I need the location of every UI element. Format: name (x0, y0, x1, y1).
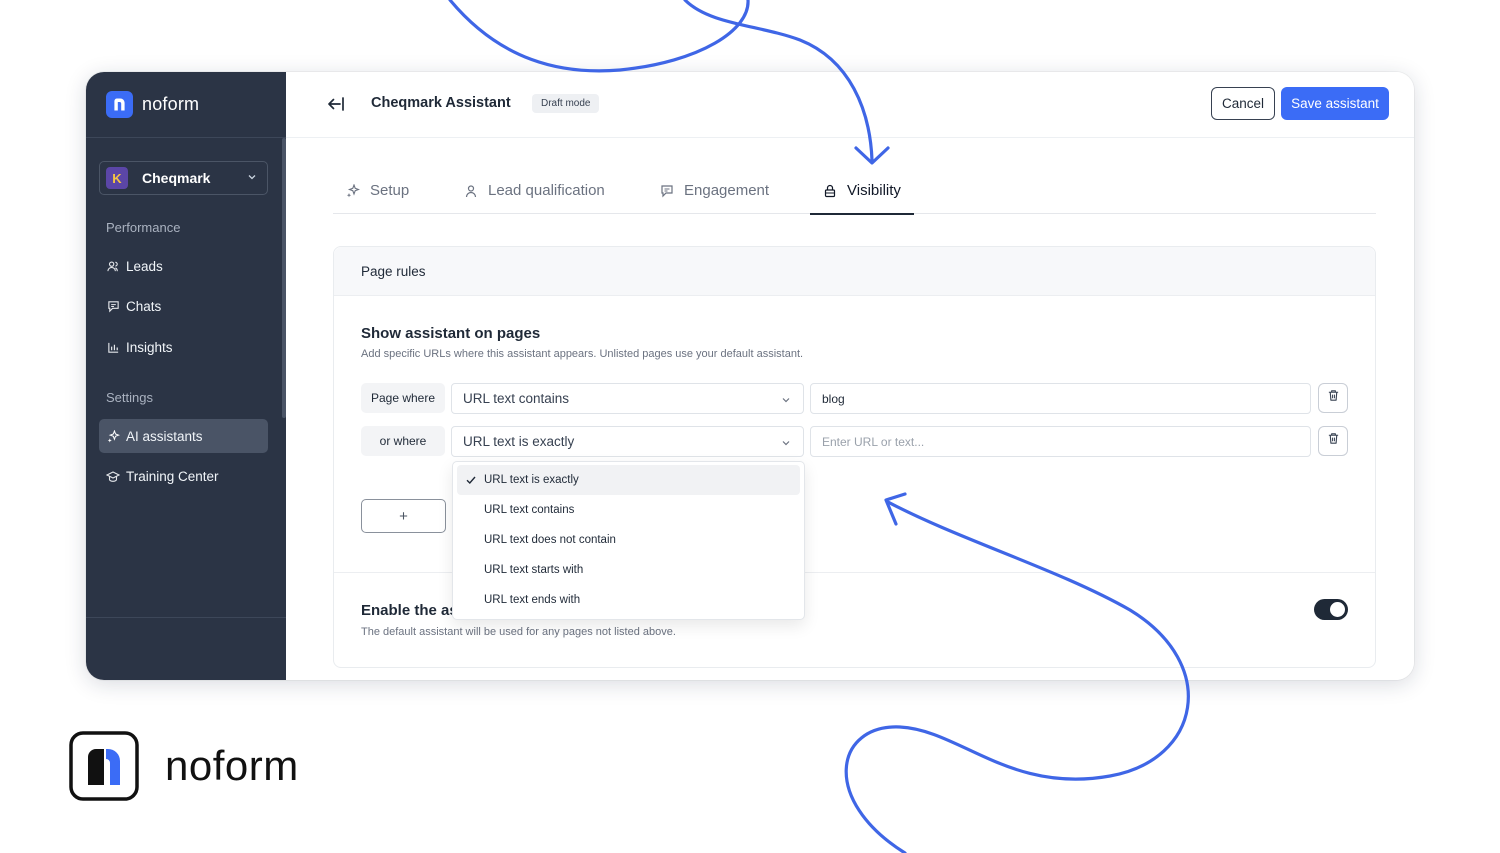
tab-engagement[interactable]: Engagement (660, 179, 769, 214)
chevron-down-icon (781, 393, 791, 403)
trash-icon (1327, 432, 1340, 450)
collapse-back-icon[interactable] (326, 94, 346, 114)
toggle-knob (1330, 602, 1345, 617)
sidebar-item-label: Leads (126, 258, 163, 274)
default-assistant-toggle[interactable] (1314, 599, 1348, 620)
logo-text: noform (142, 94, 200, 114)
workspace-switcher[interactable]: K Cheqmark (99, 161, 268, 195)
option-label: URL text contains (484, 504, 575, 516)
sidebar-item-label: Insights (126, 339, 173, 355)
option-label: URL text is exactly (484, 474, 579, 486)
trash-icon (1327, 389, 1340, 407)
sparkle-icon (106, 429, 120, 443)
message-icon (660, 184, 674, 198)
condition-select[interactable]: URL text is exactly (451, 426, 804, 457)
condition-select[interactable]: URL text contains (451, 383, 804, 414)
chevron-down-icon (247, 172, 257, 185)
sidebar-item-label: Training Center (126, 468, 219, 484)
graduation-cap-icon (106, 469, 120, 483)
url-value-input[interactable]: Enter URL or text... (810, 426, 1311, 457)
sidebar-footer-divider (86, 617, 286, 618)
url-value-input[interactable]: blog (810, 383, 1311, 414)
condition-dropdown-menu: URL text is exactly URL text contains UR… (452, 461, 805, 620)
delete-rule-button[interactable] (1318, 426, 1348, 456)
stage: noform K Cheqmark Performance Leads Chat… (0, 0, 1500, 853)
select-value: URL text contains (463, 391, 570, 406)
users-icon (106, 259, 120, 273)
section-subtitle: Add specific URLs where this assistant a… (361, 348, 804, 360)
dropdown-option[interactable]: URL text starts with (457, 555, 800, 585)
sidebar: noform K Cheqmark Performance Leads Chat… (86, 72, 286, 680)
add-rule-button[interactable]: + (361, 499, 446, 533)
section-title: Show assistant on pages (361, 325, 541, 342)
select-value: URL text is exactly (463, 434, 575, 449)
sidebar-item-leads[interactable]: Leads (99, 249, 268, 283)
user-icon (464, 184, 478, 198)
chat-icon (106, 299, 120, 313)
dropdown-option[interactable]: URL text contains (457, 495, 800, 525)
rule-prefix: or where (361, 426, 445, 456)
noform-logo-icon (106, 91, 133, 118)
tab-label: Lead qualification (488, 182, 605, 199)
status-badge: Draft mode (532, 94, 600, 113)
footer-brand: noform (69, 731, 299, 801)
chevron-down-icon (781, 436, 791, 446)
option-label: URL text starts with (484, 564, 584, 576)
dropdown-option[interactable]: URL text does not contain (457, 525, 800, 555)
app-window: noform K Cheqmark Performance Leads Chat… (86, 72, 1414, 680)
tab-lead-qualification[interactable]: Lead qualification (464, 179, 605, 214)
tab-label: Visibility (847, 182, 901, 199)
lock-icon (823, 184, 837, 198)
page-rules-card: Page rules Show assistant on pages Add s… (333, 246, 1376, 668)
sidebar-item-ai-assistants[interactable]: AI assistants (99, 419, 268, 453)
sidebar-item-training-center[interactable]: Training Center (99, 459, 268, 493)
card-title: Page rules (334, 247, 1375, 296)
sidebar-item-chats[interactable]: Chats (99, 289, 268, 323)
tab-bar: Setup Lead qualification Engagement Visi… (333, 179, 1376, 215)
workspace-name: Cheqmark (142, 170, 211, 186)
tab-visibility[interactable]: Visibility (810, 179, 914, 215)
rule-prefix: Page where (361, 383, 445, 413)
check-icon (465, 474, 477, 486)
default-section-subtitle: The default assistant will be used for a… (361, 626, 676, 638)
delete-rule-button[interactable] (1318, 383, 1348, 413)
sidebar-logo[interactable]: noform (86, 72, 286, 138)
noform-logo-icon (69, 731, 139, 801)
dropdown-option[interactable]: URL text ends with (457, 585, 800, 615)
footer-brand-text: noform (165, 742, 299, 789)
tab-setup[interactable]: Setup (346, 179, 409, 214)
tab-label: Setup (370, 182, 410, 199)
section-settings: Settings (106, 390, 153, 405)
sidebar-item-label: AI assistants (126, 428, 203, 444)
top-bar: Cheqmark Assistant Draft mode Cancel Sav… (286, 72, 1414, 138)
sparkle-icon (346, 184, 360, 198)
main-panel: Cheqmark Assistant Draft mode Cancel Sav… (286, 72, 1414, 680)
sidebar-item-insights[interactable]: Insights (99, 330, 268, 364)
option-label: URL text ends with (484, 594, 581, 606)
dropdown-option[interactable]: URL text is exactly (457, 465, 800, 495)
section-performance: Performance (106, 220, 181, 235)
tab-label: Engagement (684, 182, 770, 199)
sidebar-item-label: Chats (126, 298, 162, 314)
page-title: Cheqmark Assistant (371, 95, 511, 111)
bar-chart-icon (106, 340, 120, 354)
save-assistant-button[interactable]: Save assistant (1281, 87, 1389, 120)
option-label: URL text does not contain (484, 534, 616, 546)
default-section-title: Enable the as (361, 602, 453, 619)
cancel-button[interactable]: Cancel (1211, 87, 1275, 120)
workspace-avatar: K (106, 167, 128, 189)
